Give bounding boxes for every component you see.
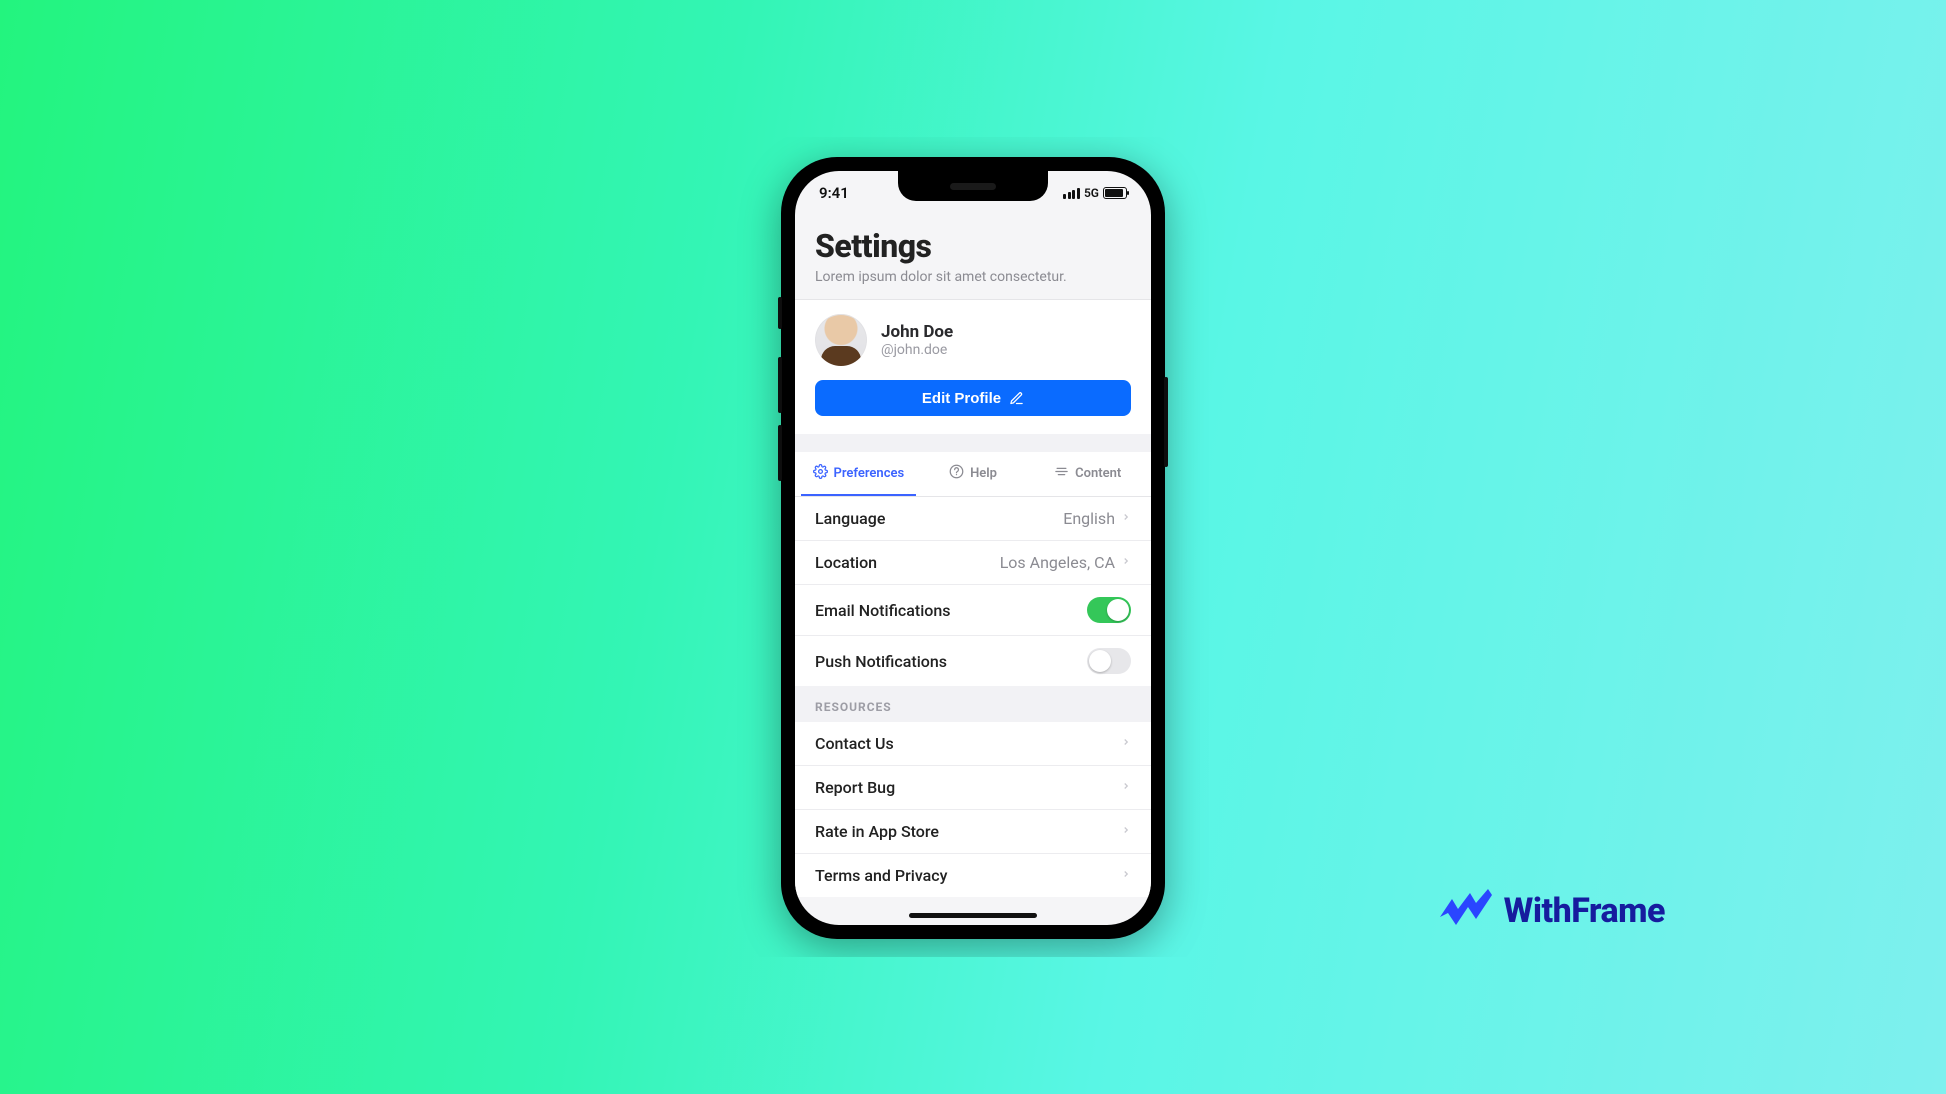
- row-label: Rate in App Store: [815, 822, 939, 841]
- row-label: Report Bug: [815, 778, 895, 797]
- chevron-right-icon: [1121, 553, 1131, 572]
- row-value: Los Angeles, CA: [1000, 553, 1115, 572]
- status-time: 9:41: [819, 184, 849, 202]
- notch: [898, 171, 1048, 201]
- row-label: Email Notifications: [815, 601, 951, 620]
- profile-card: John Doe @john.doe Edit Profile: [795, 300, 1151, 434]
- cellular-signal-icon: [1063, 188, 1080, 199]
- phone-mockup: 9:41 5G Settings Lorem ipsum dolor sit a…: [781, 157, 1165, 939]
- content-icon: [1054, 464, 1069, 483]
- chevron-right-icon: [1121, 509, 1131, 528]
- resources-list: Contact Us Report Bug Rate in App Store: [795, 722, 1151, 897]
- brand-name: WithFrame: [1504, 891, 1665, 931]
- profile-handle: @john.doe: [881, 342, 953, 358]
- page-header: Settings Lorem ipsum dolor sit amet cons…: [795, 215, 1151, 300]
- row-push-notifications: Push Notifications: [795, 636, 1151, 686]
- row-location[interactable]: Location Los Angeles, CA: [795, 541, 1151, 585]
- row-contact-us[interactable]: Contact Us: [795, 722, 1151, 766]
- toggle-push-notifications[interactable]: [1087, 648, 1131, 674]
- page-subtitle: Lorem ipsum dolor sit amet consectetur.: [815, 269, 1131, 285]
- tab-preferences[interactable]: Preferences: [801, 452, 916, 496]
- battery-icon: [1103, 187, 1127, 199]
- edit-profile-label: Edit Profile: [922, 390, 1001, 407]
- row-report-bug[interactable]: Report Bug: [795, 766, 1151, 810]
- toggle-email-notifications[interactable]: [1087, 597, 1131, 623]
- tabs: Preferences Help Content: [795, 452, 1151, 497]
- pencil-icon: [1009, 391, 1024, 406]
- preferences-list: Language English Location Los Angeles, C…: [795, 497, 1151, 686]
- row-terms-privacy[interactable]: Terms and Privacy: [795, 854, 1151, 897]
- tab-label: Preferences: [834, 466, 905, 481]
- brand-logo-icon: [1438, 889, 1494, 933]
- tab-content[interactable]: Content: [1030, 452, 1145, 496]
- row-label: Push Notifications: [815, 652, 947, 671]
- row-email-notifications: Email Notifications: [795, 585, 1151, 636]
- tab-help[interactable]: Help: [916, 452, 1031, 496]
- home-indicator: [909, 913, 1037, 918]
- row-label: Language: [815, 509, 885, 528]
- row-value: English: [1063, 509, 1115, 528]
- help-icon: [949, 464, 964, 483]
- page-title: Settings: [815, 227, 1131, 265]
- chevron-right-icon: [1121, 866, 1131, 885]
- group-header-resources: RESOURCES: [795, 686, 1151, 722]
- row-label: Terms and Privacy: [815, 866, 947, 885]
- chevron-right-icon: [1121, 822, 1131, 841]
- brand-watermark: WithFrame: [1438, 889, 1665, 933]
- chevron-right-icon: [1121, 734, 1131, 753]
- tab-label: Help: [970, 466, 997, 481]
- avatar[interactable]: [815, 314, 867, 366]
- row-rate-app-store[interactable]: Rate in App Store: [795, 810, 1151, 854]
- network-type: 5G: [1084, 186, 1099, 200]
- gear-icon: [813, 464, 828, 483]
- edit-profile-button[interactable]: Edit Profile: [815, 380, 1131, 416]
- row-language[interactable]: Language English: [795, 497, 1151, 541]
- tab-label: Content: [1075, 466, 1121, 481]
- row-label: Location: [815, 553, 877, 572]
- chevron-right-icon: [1121, 778, 1131, 797]
- profile-name: John Doe: [881, 322, 953, 342]
- row-label: Contact Us: [815, 734, 894, 753]
- phone-screen: 9:41 5G Settings Lorem ipsum dolor sit a…: [795, 171, 1151, 925]
